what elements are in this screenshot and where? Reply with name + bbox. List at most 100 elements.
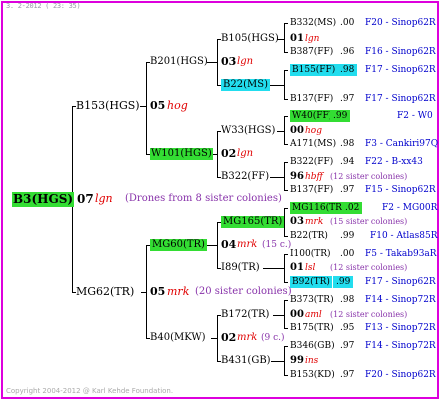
gen2-id[interactable]: B201(HGS): [150, 56, 208, 68]
gen3-id[interactable]: I89(TR): [221, 262, 260, 274]
connector: [284, 346, 288, 347]
gen4-code: F16 - Sinop62R: [365, 47, 436, 57]
gen1-id[interactable]: MG62(TR): [76, 286, 134, 298]
connector: [284, 162, 285, 190]
connector: [277, 131, 284, 132]
connector: [284, 23, 285, 52]
connector: [146, 245, 147, 338]
connector: [273, 315, 284, 316]
gen4-code: F10 - Atlas85R: [370, 231, 438, 241]
gen1-breeder: mrk: [167, 285, 190, 298]
gen2-id[interactable]: B40(MKW): [150, 332, 206, 344]
connector: [217, 39, 218, 85]
root-queen-id[interactable]: B3(HGS): [12, 192, 75, 207]
gen3-id[interactable]: B22(MS): [221, 79, 270, 91]
gen4-id[interactable]: B332(MS): [290, 17, 336, 29]
gen3-year: 03: [290, 216, 304, 227]
gen4-id[interactable]: B322(FF): [290, 156, 333, 168]
pedigree-chart: 3. 2-2012 ( 23: 35) B3(HGS) 07 lgn (Dron…: [0, 0, 440, 400]
gen3-id[interactable]: MG165(TR): [221, 216, 285, 228]
connector: [284, 236, 288, 237]
gen4-code: F2 - MG00R: [382, 203, 438, 213]
gen4-id[interactable]: B155(FF): [290, 64, 338, 76]
gen4-id[interactable]: B92(TR): [290, 276, 332, 288]
gen4-id[interactable]: W40(FF): [290, 110, 335, 122]
gen2-id[interactable]: MG60(TR): [150, 239, 207, 251]
gen4-id[interactable]: B22(TR): [290, 230, 328, 242]
gen1-id[interactable]: B153(HGS): [76, 100, 140, 112]
gen4-year: .98: [337, 64, 358, 76]
gen4-year: .98: [340, 139, 355, 149]
gen3-note: (12 sister colonies): [330, 263, 408, 272]
gen4-code: F5 - Takab93aR: [365, 249, 437, 259]
gen3-id[interactable]: B322(FF): [221, 171, 269, 183]
gen1-year: 05: [150, 99, 166, 112]
gen3-id[interactable]: B172(TR): [221, 309, 269, 321]
connector: [284, 254, 285, 282]
gen4-id[interactable]: I100(TR): [290, 248, 331, 260]
gen3-year: 01: [290, 262, 304, 273]
gen4-id[interactable]: B373(TR): [290, 294, 334, 306]
connector: [284, 70, 285, 99]
gen2-note: (15 c.): [262, 240, 292, 250]
connector: [207, 62, 217, 63]
gen3-year: 00: [290, 125, 304, 136]
connector: [284, 52, 288, 53]
gen3-breeder: ins: [305, 356, 319, 366]
gen4-id[interactable]: B175(TR): [290, 322, 334, 334]
gen3-year: 99: [290, 355, 304, 366]
connector: [217, 222, 218, 268]
connector: [284, 70, 288, 71]
gen3-year: 96: [290, 171, 304, 182]
gen4-id[interactable]: B137(FF): [290, 93, 333, 105]
gen4-id[interactable]: B137(FF): [290, 184, 333, 196]
connector: [284, 282, 288, 283]
connector: [284, 99, 288, 100]
gen3-breeder: lgn: [305, 34, 320, 44]
gen4-code: F13 - Sinop72R: [365, 323, 436, 333]
gen2-breeder: lgn: [237, 56, 254, 67]
gen1-breeder: hog: [167, 99, 188, 112]
gen4-id[interactable]: MG116(TR): [290, 202, 348, 214]
gen3-id[interactable]: W33(HGS): [221, 125, 275, 137]
gen4-code: F14 - Sinop72R: [365, 295, 436, 305]
gen1-year: 05: [150, 285, 166, 298]
gen4-id[interactable]: B153(KD): [290, 369, 335, 381]
gen4-id[interactable]: B346(GB): [290, 340, 335, 352]
connector: [284, 254, 288, 255]
connector: [271, 361, 284, 362]
root-year: 07: [77, 192, 94, 206]
copyright-footer: Copyright 2004-2012 @ Karl Kehde Foundat…: [6, 387, 174, 395]
gen3-id[interactable]: B105(HGS): [221, 33, 279, 45]
gen4-year: .97: [340, 341, 355, 351]
gen4-code: F2 - W0: [397, 111, 433, 121]
connector: [217, 131, 218, 177]
gen4-code: F3 - Cankiri97Q: [365, 139, 439, 149]
gen3-year: 00: [290, 309, 304, 320]
gen4-year: .95: [340, 323, 355, 333]
gen4-id[interactable]: B387(FF): [290, 46, 333, 58]
connector: [284, 346, 285, 375]
gen3-id[interactable]: B431(GB): [221, 355, 271, 367]
gen2-year: 04: [221, 238, 237, 251]
root-note: (Drones from 8 sister colonies): [125, 193, 282, 204]
gen4-year: .99: [333, 276, 354, 288]
connector: [146, 62, 147, 154]
gen4-code: F17 - Sinop62R: [365, 94, 436, 104]
gen4-year: .97: [340, 185, 355, 195]
gen4-year: .98: [340, 295, 355, 305]
gen4-code: F15 - Sinop62R: [365, 185, 436, 195]
gen4-id[interactable]: A171(MS): [290, 138, 336, 150]
gen3-note: (12 sister colonies): [330, 172, 408, 181]
gen3-breeder: lsl: [305, 263, 316, 273]
gen4-code: F20 - Sinop62R: [365, 370, 436, 380]
gen4-code: F17 - Sinop62R: [365, 277, 436, 287]
gen4-year: .97: [340, 370, 355, 380]
root-breeder: lgn: [95, 192, 113, 205]
gen4-year: .00: [340, 18, 355, 28]
gen2-id[interactable]: W101(HGS): [150, 148, 213, 160]
gen3-year: 01: [290, 33, 304, 44]
connector: [268, 85, 284, 86]
gen4-code: F14 - Sinop72R: [365, 341, 436, 351]
gen4-year: .94: [340, 157, 355, 167]
